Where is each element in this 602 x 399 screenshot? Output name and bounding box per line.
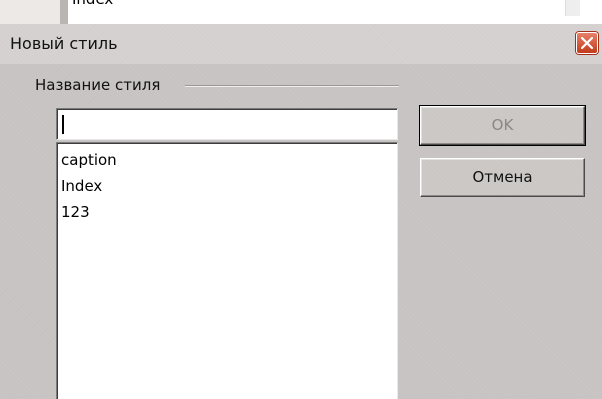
style-name-input[interactable]	[56, 108, 398, 140]
style-name-group-label: Название стиля	[35, 76, 161, 94]
group-frame-line	[185, 85, 399, 87]
style-list[interactable]: caption Index 123	[56, 142, 398, 399]
new-style-dialog: Новый стиль Название стиля caption Index…	[0, 24, 602, 399]
ok-button[interactable]: OK	[420, 106, 585, 145]
cancel-button[interactable]: Отмена	[420, 158, 585, 197]
background-cell-text: Index	[72, 0, 113, 8]
close-icon	[581, 37, 593, 49]
close-button[interactable]	[576, 32, 598, 54]
style-list-item[interactable]: 123	[61, 199, 397, 225]
background-column-divider	[60, 0, 68, 24]
dialog-titlebar[interactable]: Новый стиль	[0, 24, 602, 64]
background-column	[0, 0, 60, 24]
background-scrollbar	[565, 0, 580, 16]
style-list-item[interactable]: caption	[61, 147, 397, 173]
dialog-title: Новый стиль	[10, 34, 118, 53]
style-list-item[interactable]: Index	[61, 173, 397, 199]
background-window: Index	[0, 0, 602, 24]
text-caret	[62, 115, 64, 134]
